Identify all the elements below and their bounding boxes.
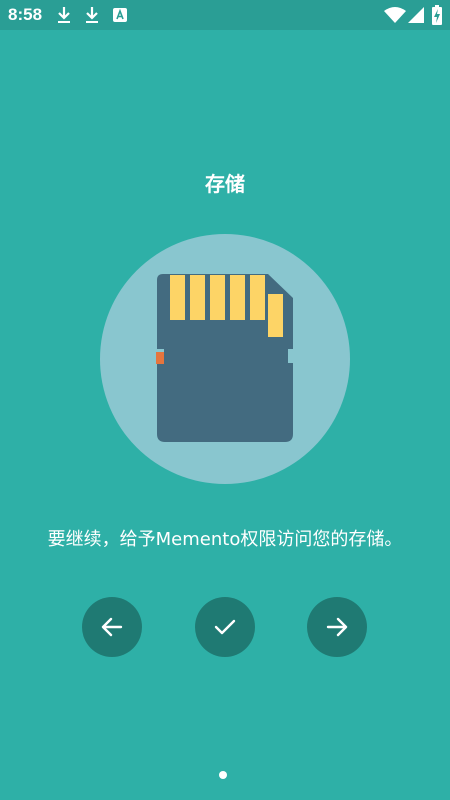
arrow-left-icon xyxy=(101,617,123,637)
wifi-icon xyxy=(384,7,406,27)
confirm-button[interactable] xyxy=(195,597,255,657)
status-bar: 8:58 xyxy=(0,0,450,30)
arrow-right-icon xyxy=(326,617,348,637)
download-icon xyxy=(56,6,72,28)
page-title: 存储 xyxy=(205,172,245,196)
status-time: 8:58 xyxy=(8,5,43,24)
sd-card-illustration xyxy=(100,234,350,484)
permission-message: 要继续，给予Memento权限访问您的存储。 xyxy=(47,529,403,550)
download-icon xyxy=(84,6,100,28)
next-button[interactable] xyxy=(307,597,367,657)
sd-card-icon xyxy=(100,234,350,484)
back-button[interactable] xyxy=(82,597,142,657)
a-notification-icon xyxy=(112,6,128,28)
battery-charging-icon xyxy=(432,5,442,29)
cell-signal-icon xyxy=(408,7,424,27)
page-indicator-dot xyxy=(219,771,227,779)
check-icon xyxy=(214,619,236,635)
